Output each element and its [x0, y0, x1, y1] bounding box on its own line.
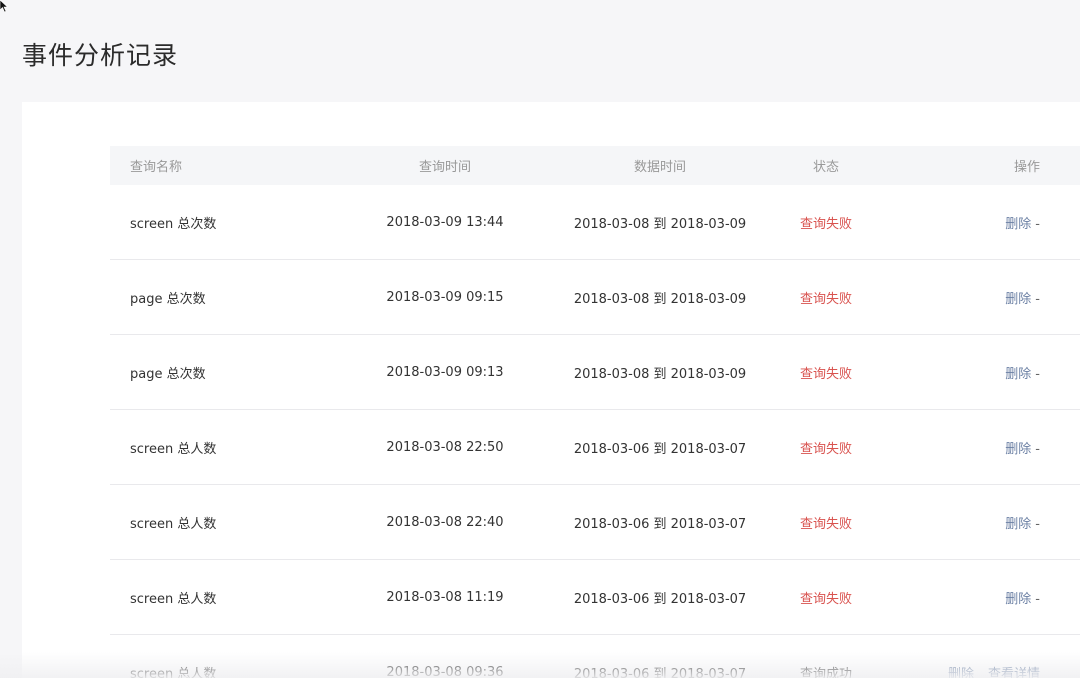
records-table: 查询名称 查询时间 数据时间 状态 操作 screen 总次数 2018-03-0… [110, 146, 1080, 678]
delete-link[interactable]: 删除 [1005, 217, 1031, 232]
ops-dash: - [1035, 516, 1040, 532]
table-row: page 总次数 2018-03-09 09:15 2018-03-08 到 201… [110, 260, 1080, 335]
cell-status: 查询失败 [800, 366, 853, 382]
header-query-time: 查询时间 [418, 160, 471, 175]
view-details-link[interactable]: 查看详情 [988, 667, 1040, 678]
cell-operations: 删除 - [852, 513, 1060, 532]
cell-operations: 删除 查看详情 [852, 663, 1060, 678]
cell-data-time: 2018-03-06 到 2018-03-07 [573, 666, 747, 678]
ops-dash: - [1035, 591, 1040, 607]
cell-query-time: 2018-03-08 11:19 [386, 589, 504, 605]
cell-operations: 删除 - [852, 363, 1060, 382]
header-query-name: 查询名称 [130, 160, 183, 175]
table-header: 查询名称 查询时间 数据时间 状态 操作 [110, 146, 1080, 185]
delete-link[interactable]: 删除 [948, 667, 974, 678]
cell-data-time: 2018-03-06 到 2018-03-07 [573, 441, 747, 457]
cell-query-name: screen 总人数 [130, 666, 217, 678]
ops-dash: - [1035, 216, 1040, 232]
cell-operations: 删除 - [852, 213, 1060, 232]
delete-link[interactable]: 删除 [1005, 592, 1031, 607]
ops-dash: - [1035, 291, 1040, 307]
cell-data-time: 2018-03-06 到 2018-03-07 [573, 516, 747, 532]
cell-query-time: 2018-03-09 09:15 [386, 289, 504, 305]
table-body: screen 总次数 2018-03-09 13:44 2018-03-08 到 2… [110, 185, 1080, 678]
table-row: screen 总人数 2018-03-08 11:19 2018-03-06 到 2… [110, 560, 1080, 635]
cell-query-name: page 总次数 [130, 291, 206, 307]
cell-operations: 删除 - [852, 288, 1060, 307]
cell-query-name: screen 总人数 [130, 516, 217, 532]
cell-status: 查询成功 [800, 666, 853, 678]
cell-data-time: 2018-03-08 到 2018-03-09 [573, 366, 747, 382]
page-title: 事件分析记录 [22, 41, 179, 70]
ops-dash: - [1035, 441, 1040, 457]
cell-status: 查询失败 [800, 216, 853, 232]
delete-link[interactable]: 删除 [1005, 367, 1031, 382]
cell-data-time: 2018-03-08 到 2018-03-09 [573, 216, 747, 232]
table-row: page 总次数 2018-03-09 09:13 2018-03-08 到 201… [110, 335, 1080, 410]
header-data-time: 数据时间 [633, 160, 686, 175]
cell-operations: 删除 - [852, 438, 1060, 457]
cell-query-time: 2018-03-08 22:40 [386, 514, 504, 530]
delete-link[interactable]: 删除 [1005, 442, 1031, 457]
cell-data-time: 2018-03-06 到 2018-03-07 [573, 591, 747, 607]
cell-data-time: 2018-03-08 到 2018-03-09 [573, 291, 747, 307]
header-status: 状态 [812, 160, 839, 175]
delete-link[interactable]: 删除 [1005, 517, 1031, 532]
delete-link[interactable]: 删除 [1005, 292, 1031, 307]
cell-status: 查询失败 [800, 516, 853, 532]
header-operations: 操作 [1013, 160, 1040, 175]
cell-status: 查询失败 [800, 591, 853, 607]
cell-query-name: screen 总人数 [130, 441, 217, 457]
cell-query-time: 2018-03-08 22:50 [386, 439, 504, 455]
table-row: screen 总人数 2018-03-08 22:50 2018-03-06 到 2… [110, 410, 1080, 485]
cell-operations: 删除 - [852, 588, 1060, 607]
cell-query-name: page 总次数 [130, 366, 206, 382]
cell-query-time: 2018-03-08 09:36 [386, 664, 504, 678]
cell-query-time: 2018-03-09 13:44 [386, 214, 504, 230]
cell-status: 查询失败 [800, 291, 853, 307]
table-row: screen 总人数 2018-03-08 22:40 2018-03-06 到 2… [110, 485, 1080, 560]
ops-dash: - [1035, 366, 1040, 382]
table-row: screen 总人数 2018-03-08 09:36 2018-03-06 到 2… [110, 635, 1080, 678]
cell-status: 查询失败 [800, 441, 853, 457]
table-row: screen 总次数 2018-03-09 13:44 2018-03-08 到 2… [110, 185, 1080, 260]
cell-query-name: screen 总人数 [130, 591, 217, 607]
cell-query-time: 2018-03-09 09:13 [386, 364, 504, 380]
records-card: 查询名称 查询时间 数据时间 状态 操作 screen 总次数 2018-03-0… [22, 102, 1080, 678]
cell-query-name: screen 总次数 [130, 216, 217, 232]
mouse-pointer-icon [0, 0, 8, 12]
